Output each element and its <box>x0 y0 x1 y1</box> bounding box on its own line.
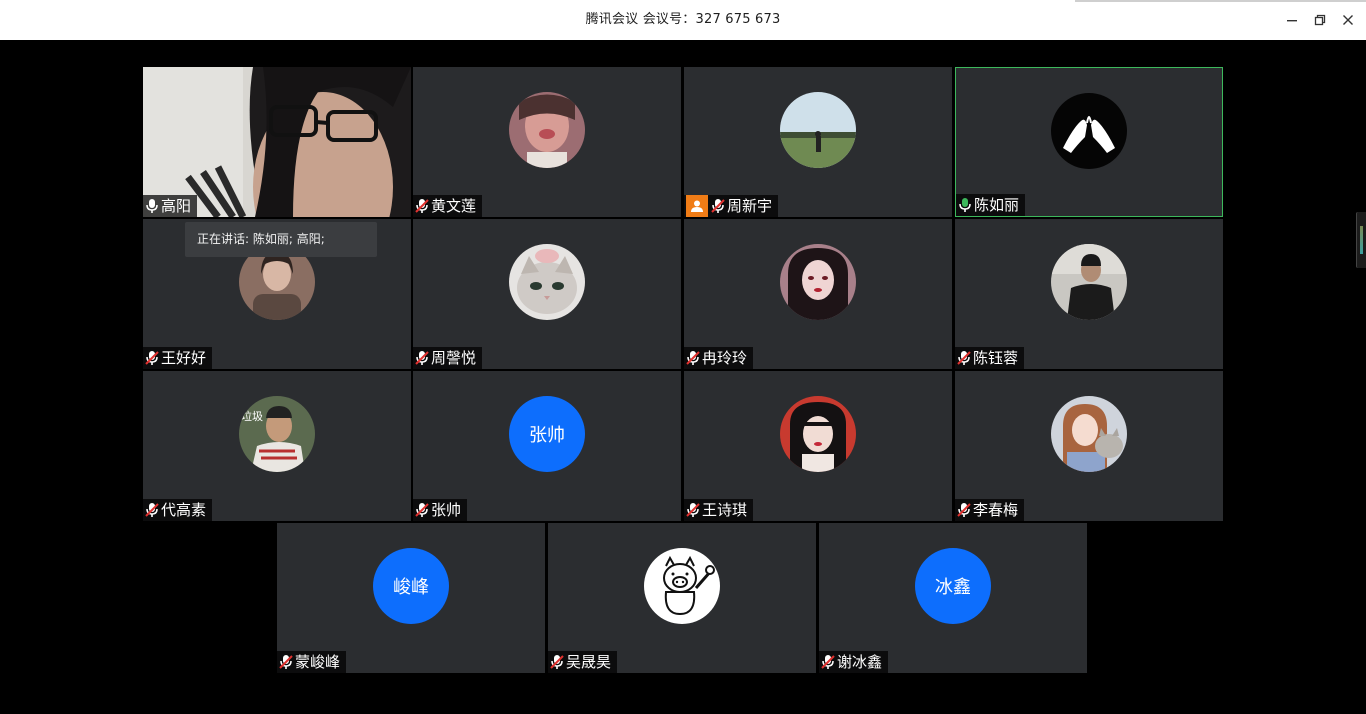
microphone-muted-icon <box>279 655 293 669</box>
participant-avatar <box>1051 396 1127 472</box>
microphone-icon <box>146 199 158 213</box>
participant-name: 周謦悦 <box>431 349 477 367</box>
microphone-muted-icon <box>415 199 429 213</box>
microphone-muted-icon <box>821 655 835 669</box>
video-tile-10[interactable]: 王诗琪 <box>684 371 952 521</box>
participant-label: 王诗琪 <box>684 499 754 521</box>
photo-avatar-icon: 垃圾 <box>239 396 315 472</box>
video-tile-0[interactable]: 高阳 <box>143 67 411 217</box>
host-user-icon <box>691 200 703 212</box>
photo-avatar-icon <box>780 396 856 472</box>
participant-label: 高阳 <box>143 195 198 217</box>
participant-label: 吴晟昊 <box>548 651 618 673</box>
participant-name: 王好好 <box>161 349 207 367</box>
microphone-muted-icon <box>711 199 725 213</box>
microphone-muted-icon <box>957 503 971 517</box>
participant-avatar <box>509 244 585 320</box>
photo-avatar-icon <box>509 244 585 320</box>
microphone-muted-icon <box>550 655 564 669</box>
video-tile-11[interactable]: 李春梅 <box>955 371 1223 521</box>
participant-avatar <box>780 396 856 472</box>
participant-label: 蒙峻峰 <box>277 651 347 673</box>
participant-name: 谢冰鑫 <box>837 653 883 671</box>
microphone-muted-icon <box>686 351 700 365</box>
photo-avatar-icon <box>780 92 856 168</box>
title-bar: 腾讯会议 会议号：327 675 673 <box>0 0 1366 40</box>
participant-avatar <box>509 92 585 168</box>
participant-avatar <box>644 548 720 624</box>
participant-label: 张帅 <box>413 499 468 521</box>
participant-name: 张帅 <box>431 501 462 519</box>
participant-avatar <box>1051 244 1127 320</box>
microphone-speaking-icon <box>959 198 971 212</box>
minimize-button[interactable] <box>1281 9 1303 31</box>
video-tile-7[interactable]: 陈钰蓉 <box>955 219 1223 369</box>
restore-button[interactable] <box>1309 9 1331 31</box>
participant-avatar <box>780 92 856 168</box>
participant-avatar: 垃圾 <box>239 396 315 472</box>
participant-name: 蒙峻峰 <box>295 653 341 671</box>
participant-label: 周新宇 <box>684 195 779 217</box>
participant-name: 周新宇 <box>727 197 773 215</box>
participant-label: 冉玲玲 <box>684 347 754 369</box>
audio-level-icon <box>1360 226 1363 254</box>
participant-name: 高阳 <box>161 197 192 215</box>
microphone-muted-icon <box>686 503 700 517</box>
minimize-icon <box>1287 20 1297 22</box>
participant-label: 李春梅 <box>955 499 1025 521</box>
participant-name: 黄文莲 <box>431 197 477 215</box>
video-tile-9[interactable]: 张帅 张帅 <box>413 371 681 521</box>
video-tile-14[interactable]: 冰鑫 谢冰鑫 <box>819 523 1087 673</box>
participant-name: 陈如丽 <box>974 196 1020 214</box>
participant-label: 代高素 <box>143 499 213 521</box>
restore-icon <box>1314 14 1326 26</box>
participant-label: 陈钰蓉 <box>955 347 1025 369</box>
participant-name: 陈钰蓉 <box>973 349 1019 367</box>
participant-label: 谢冰鑫 <box>819 651 889 673</box>
pig-cartoon-avatar-icon <box>644 548 720 624</box>
participant-name: 代高素 <box>161 501 207 519</box>
participant-name: 李春梅 <box>973 501 1019 519</box>
participant-text-avatar: 峻峰 <box>373 548 449 624</box>
video-tile-1[interactable]: 黄文莲 <box>413 67 681 217</box>
participant-label: 周謦悦 <box>413 347 483 369</box>
microphone-muted-icon <box>957 351 971 365</box>
photo-avatar-icon <box>1051 244 1127 320</box>
close-icon <box>1343 15 1353 25</box>
video-tile-2[interactable]: 周新宇 <box>684 67 952 217</box>
title-shadow <box>1075 0 1366 2</box>
video-tile-8[interactable]: 垃圾 代高素 <box>143 371 411 521</box>
avatar-caption: 垃圾 <box>241 409 263 423</box>
video-tile-12[interactable]: 峻峰 蒙峻峰 <box>277 523 545 673</box>
video-tile-13[interactable]: 吴晟昊 <box>548 523 816 673</box>
window-title: 腾讯会议 会议号：327 675 673 <box>585 12 781 27</box>
photo-avatar-icon <box>509 92 585 168</box>
participant-name: 王诗琪 <box>702 501 748 519</box>
participant-avatar <box>780 244 856 320</box>
photo-avatar-icon <box>780 244 856 320</box>
participant-name: 吴晟昊 <box>566 653 612 671</box>
participant-avatar <box>1051 93 1127 169</box>
side-panel-handle[interactable] <box>1356 212 1366 268</box>
close-button[interactable] <box>1337 9 1359 31</box>
speaking-tooltip: 正在讲话: 陈如丽; 高阳; <box>185 222 377 257</box>
participant-label: 陈如丽 <box>956 194 1026 216</box>
video-tile-5[interactable]: 周謦悦 <box>413 219 681 369</box>
video-tile-6[interactable]: 冉玲玲 <box>684 219 952 369</box>
participant-name: 冉玲玲 <box>702 349 748 367</box>
participant-label: 黄文莲 <box>413 195 483 217</box>
microphone-muted-icon <box>145 503 159 517</box>
participant-text-avatar: 冰鑫 <box>915 548 991 624</box>
participant-text-avatar: 张帅 <box>509 396 585 472</box>
microphone-muted-icon <box>415 503 429 517</box>
photo-avatar-icon <box>1051 93 1127 169</box>
microphone-muted-icon <box>145 351 159 365</box>
participant-label: 王好好 <box>143 347 213 369</box>
video-tile-3[interactable]: 陈如丽 <box>955 67 1223 217</box>
microphone-muted-icon <box>415 351 429 365</box>
photo-avatar-icon <box>1051 396 1127 472</box>
host-badge <box>686 195 708 217</box>
